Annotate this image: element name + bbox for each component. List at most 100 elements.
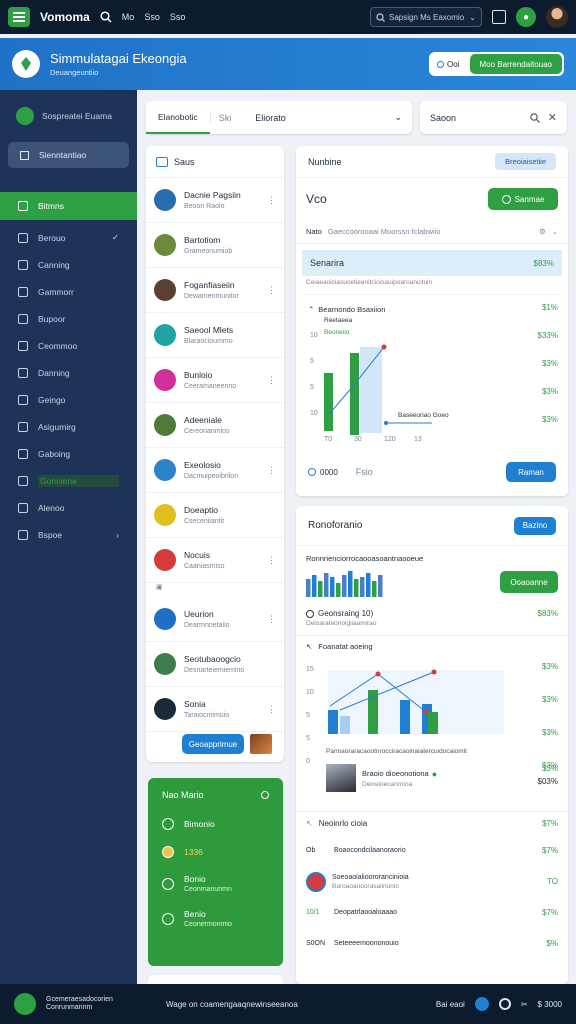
green-item-sub: Ceonmanunmn [184,886,232,893]
contact-item[interactable]: Adeeniale Cereonanmios [146,403,284,448]
contact-item[interactable]: Doeaptio Cseceniiantit [146,493,284,538]
contact-item[interactable]: Saeool Mlets Blaraocioummo [146,313,284,358]
list-pct: $% [546,939,558,948]
highlight-band[interactable]: Senarira $83% [302,250,562,276]
radio-icon [308,468,316,476]
more-icon[interactable]: ⋮ [267,555,276,566]
bottom-right-label[interactable]: Bai eaoi [436,1000,465,1009]
notification-icon[interactable]: ● [516,7,536,27]
sidebar-item-gammorr[interactable]: Gammorr [0,278,137,305]
more-icon[interactable]: ⋮ [267,195,276,206]
more-icon[interactable]: ⋮ [267,465,276,476]
more-icon[interactable]: ⋮ [267,375,276,386]
panel-badge[interactable]: Breoiaisetiie [495,153,556,170]
report-button[interactable]: Bazino [514,516,556,535]
sidebar-item-canning[interactable]: Canning [0,251,137,278]
chevron-right-icon[interactable]: › [116,530,119,540]
green-item[interactable]: Benio Ceonermonmio [162,909,269,928]
tab-second[interactable]: Ski [209,112,240,123]
sidebar-item-berouo[interactable]: Berouo ✓ [0,224,137,251]
green-item[interactable]: 1336 [162,846,269,858]
close-icon[interactable]: ✕ [548,111,557,124]
sidebar-item-bitmns[interactable]: Bitmns [0,192,137,220]
list-item[interactable]: S0ON Seteeeemoononouio $% [296,928,568,959]
contact-item[interactable]: Ueurion Dearmnnetaiio ⋮ [146,597,284,642]
sidebar-item-ceommoo[interactable]: Ceommoo [0,332,137,359]
sidebar-item-gonniene[interactable]: Gonniene [0,467,137,494]
report-green-button[interactable]: Ooaoanne [500,571,558,593]
mini-bar [342,575,347,597]
y-tick: 0 [306,758,310,765]
topnav-item-3[interactable]: Sso [170,12,186,22]
user-avatar[interactable] [546,6,568,28]
message-icon [18,475,28,486]
sidebar-search-item[interactable]: Sienntantiao [8,142,129,168]
footer-left-value[interactable]: 0000 [308,468,338,477]
search-icon[interactable] [529,112,540,123]
contact-item[interactable]: Foganfiaseiin Dewamenmunitor ⋮ [146,268,284,313]
y-tick: 10 [310,410,318,417]
brand-logo[interactable]: Vomoma [40,10,90,24]
list-label: Boaocondcilaanoraorio [334,847,406,854]
contact-item[interactable]: Exeolosio Dacmuipeoibrilon ⋮ [146,448,284,493]
contact-item[interactable]: Bunloio Ceeramaneenno ⋮ [146,358,284,403]
more-icon[interactable]: ⋮ [267,614,276,625]
time-icon[interactable] [498,998,511,1010]
toggle-button[interactable]: Ooi [431,60,465,69]
contact-name: Sonia [184,699,206,709]
panel-title: Vco [306,192,327,206]
tab-active[interactable]: Elanobotic [146,101,210,134]
mini-bar [306,579,311,597]
sidebar-item-bspoe[interactable]: Bspoe › [0,521,137,548]
contact-item[interactable]: Bartotiom Grameonumiob [146,223,284,268]
contact-item[interactable]: Seotubaoogcio Desnarteiemiemlno [146,642,284,687]
list-item[interactable]: 10/1 Deopatrlaooaloaaao $7% [296,897,568,928]
chevron-down-icon[interactable]: ⌄ [552,227,558,236]
sidebar-item-alenoo[interactable]: Alenoo [0,494,137,521]
thumbnail-image[interactable] [250,734,272,754]
more-icon[interactable]: ⋮ [267,285,276,296]
contacts-footer-button[interactable]: Geoapprimue [182,734,244,754]
info-icon[interactable] [474,997,489,1011]
contact-avatar [154,504,176,526]
mini-bar [318,581,323,597]
hamburger-menu-icon[interactable] [8,7,30,27]
sidebar-item-bupoor[interactable]: Bupoor [0,305,137,332]
window-icon[interactable] [492,10,506,24]
settings-icon[interactable]: ⚙ [539,227,546,236]
person-thumbnail[interactable] [326,764,356,792]
contact-item[interactable]: Dacnie Pagsiin Beoon Raolo ⋮ [146,178,284,223]
search-icon[interactable] [100,11,112,23]
green-item[interactable]: Bimonio [162,818,269,830]
sidebar-item-danning[interactable]: Danning [0,359,137,386]
list-item[interactable]: Ob Boaocondcilaanoraorio $7% [296,835,568,866]
contact-item[interactable]: Nocuis Caaniasmiso ⋮ [146,538,284,583]
clock-icon [306,609,314,618]
topnav-item-1[interactable]: Mo [122,12,135,22]
topnav-item-2[interactable]: Sso [144,12,160,22]
sidebar-item-gaboing[interactable]: Gaboing [0,440,137,467]
tools-icon[interactable]: ✂ [521,1000,528,1009]
chevron-up-icon[interactable]: ⌃ [308,305,314,314]
contact-item[interactable]: Sonia Taraiocmimuio ⋮ [146,687,284,732]
footer-right-value[interactable]: Fsio [356,467,373,477]
list-item[interactable]: Soeoaoialioororancinioia Baroaoanoorasaii… [296,866,568,897]
coin-icon [162,846,174,858]
mini-bar [354,579,359,597]
green-item[interactable]: Bonio Ceonmanunmn [162,874,269,893]
settings-icon[interactable] [261,791,269,799]
sidebar-item-asigumirg[interactable]: Asigumirg [0,413,137,440]
more-icon[interactable]: ⋮ [267,704,276,715]
sidebar-item-geingo[interactable]: Geingo [0,386,137,413]
panel-search[interactable]: Saoon ✕ [420,101,567,134]
green-card-footer [148,975,283,984]
global-search-input[interactable]: Sapsign Ms Eaxomio ⌄ [370,7,482,27]
sidebar-top-item[interactable]: Sospreatei Euama [0,90,137,142]
bottom-logo-icon[interactable] [14,993,36,1015]
filter-value[interactable]: Gaeccoorooaai Moorssn fclabwiio [328,227,533,236]
tab-dropdown[interactable]: Eliorato ⌄ [239,112,412,123]
panel-action-button[interactable]: Sanmae [488,188,558,210]
person-name[interactable]: Braoio dioeonotiona [362,769,429,778]
panel-footer-button[interactable]: Raman [506,462,556,482]
header-action-button[interactable]: Moo Barrendaitouao [469,54,562,74]
